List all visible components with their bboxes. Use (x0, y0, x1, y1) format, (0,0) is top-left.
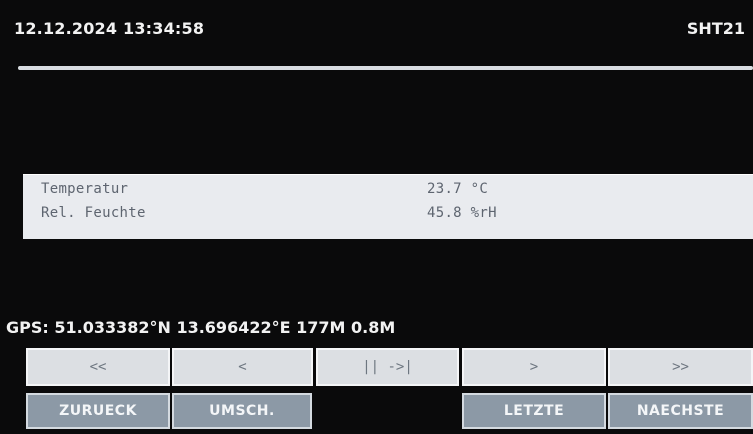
header-datetime: 12.12.2024 13:34:58 (14, 19, 205, 38)
pause-skip-button[interactable]: || ->| (316, 348, 459, 386)
header-sensor-name: SHT21 (686, 19, 745, 38)
next-button[interactable]: NAECHSTE (608, 393, 753, 429)
first-page-button[interactable]: << (26, 348, 170, 386)
last-page-button[interactable]: >> (608, 348, 753, 386)
next-page-button[interactable]: > (462, 348, 606, 386)
switch-button[interactable]: UMSCH. (172, 393, 312, 429)
header-divider (18, 66, 753, 70)
reading-value-humidity: 45.8 %rH (427, 205, 497, 221)
empty-button-slot (313, 393, 459, 429)
reading-label-humidity: Rel. Feuchte (41, 205, 146, 221)
reading-value-temperature: 23.7 °C (427, 181, 489, 197)
previous-page-button[interactable]: < (172, 348, 313, 386)
gps-status: GPS: 51.033382°N 13.696422°E 177M 0.8M (6, 318, 396, 337)
reading-label-temperature: Temperatur (41, 181, 129, 197)
back-button[interactable]: ZURUECK (26, 393, 170, 429)
latest-button[interactable]: LETZTE (462, 393, 606, 429)
readings-panel: Temperatur 23.7 °C Rel. Feuchte 45.8 %rH (23, 174, 753, 239)
device-screen: 12.12.2024 13:34:58 SHT21 Temperatur 23.… (0, 0, 753, 434)
